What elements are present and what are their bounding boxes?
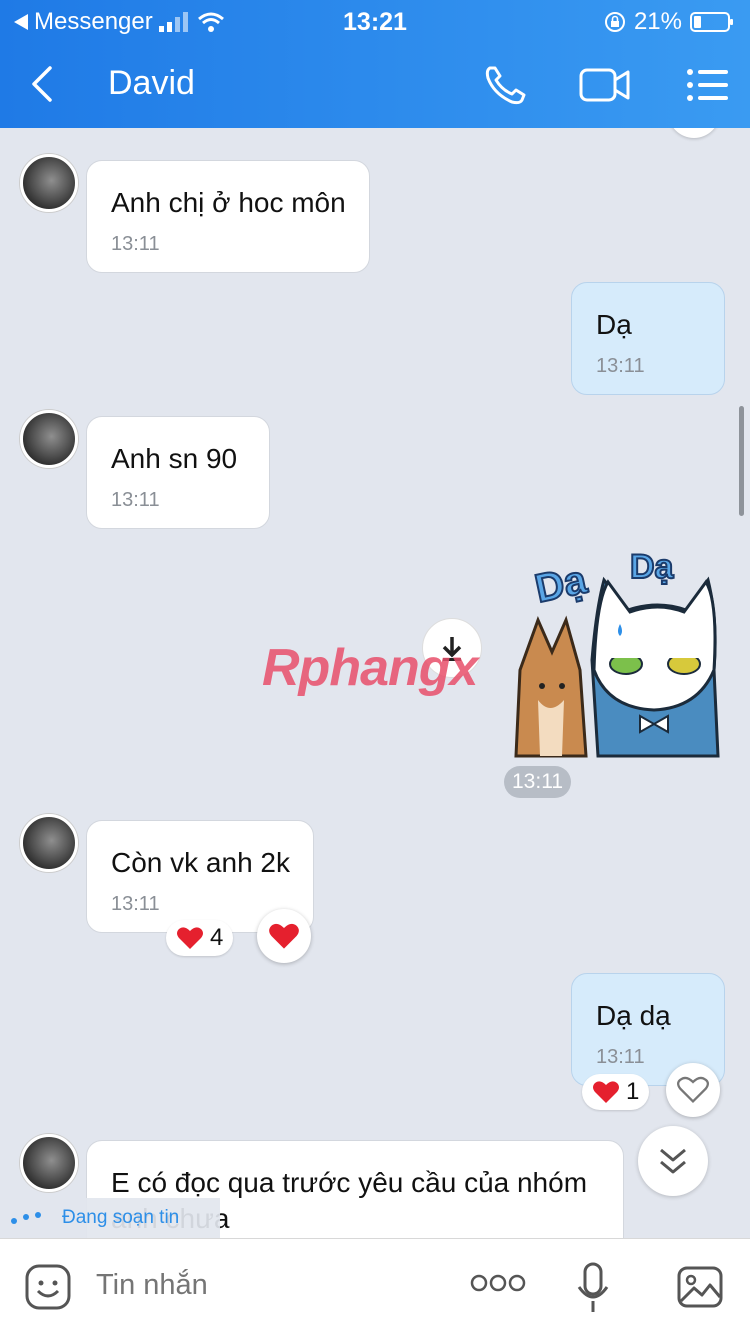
message-text: Dạ dạ: [596, 1000, 671, 1031]
sticker-text: Dạ: [531, 557, 591, 611]
message-text: Dạ: [596, 309, 632, 340]
sticker-message[interactable]: Dạ Dạ: [508, 540, 724, 760]
message-time: 13:11: [111, 489, 160, 511]
back-arrow-icon[interactable]: [28, 64, 58, 104]
image-gallery-icon[interactable]: [676, 1263, 724, 1311]
message-time: 13:11: [596, 355, 645, 377]
header-bar: Messenger 13:21 21% David: [0, 0, 750, 128]
sticker-text: Dạ: [630, 548, 675, 586]
typing-dots-icon: [11, 1212, 41, 1224]
typing-indicator: Đang soạn tin: [0, 1198, 220, 1238]
rotation-lock-icon: [604, 12, 625, 32]
microphone-icon[interactable]: [576, 1261, 610, 1315]
typing-text: Đang soạn tin: [62, 1207, 180, 1228]
message-bubble-outgoing[interactable]: Dạ 13:11: [571, 282, 725, 395]
message-text: E có đọc qua trước yêu cầu của nhóm: [111, 1167, 588, 1198]
reaction-summary[interactable]: 1: [582, 1074, 650, 1110]
message-bubble-incoming[interactable]: Anh sn 90 13:11: [86, 416, 270, 529]
more-options-icon[interactable]: [470, 1273, 526, 1293]
avatar[interactable]: [20, 410, 78, 468]
heart-icon: [593, 1081, 619, 1103]
status-bar: Messenger 13:21 21%: [0, 0, 750, 42]
avatar[interactable]: [20, 814, 78, 872]
partial-reaction-button[interactable]: [668, 128, 720, 138]
message-input[interactable]: [96, 1269, 436, 1302]
sticker-emoji-icon[interactable]: [24, 1263, 72, 1311]
scrollbar[interactable]: [739, 406, 744, 516]
chat-area[interactable]: Anh chị ở hoc môn 13:11 Dạ 13:11 Anh sn …: [0, 128, 750, 1238]
message-bubble-incoming[interactable]: Anh chị ở hoc môn 13:11: [86, 160, 370, 273]
watermark: Rphangx: [262, 639, 478, 697]
composer-bar: [0, 1238, 750, 1334]
sticker-time: 13:11: [504, 766, 571, 798]
double-chevron-down-icon: [660, 1148, 686, 1174]
message-text: Còn vk anh 2k: [111, 847, 290, 878]
battery-icon: [690, 12, 733, 32]
heart-icon: [269, 923, 299, 949]
avatar[interactable]: [20, 154, 78, 212]
sticker-cats-image: Dạ Dạ: [514, 547, 720, 758]
heart-outline-icon: [677, 1076, 709, 1104]
heart-icon: [177, 927, 203, 949]
avatar[interactable]: [20, 1134, 78, 1192]
nav-bar: David: [0, 42, 750, 128]
reaction-count: 4: [210, 924, 224, 951]
menu-list-icon[interactable]: [680, 62, 736, 108]
message-time: 13:11: [111, 893, 160, 915]
message-text: Anh chị ở hoc môn: [111, 187, 346, 218]
contact-name[interactable]: David: [108, 64, 195, 103]
react-button[interactable]: [257, 909, 311, 963]
message-text: Anh sn 90: [111, 443, 238, 474]
reaction-summary[interactable]: 4: [166, 920, 234, 956]
scroll-to-bottom-button[interactable]: [638, 1126, 708, 1196]
reaction-count: 1: [626, 1078, 640, 1105]
status-right: 21%: [604, 8, 734, 36]
message-time: 13:11: [111, 233, 160, 255]
phone-call-icon[interactable]: [480, 62, 536, 108]
battery-percent: 21%: [633, 8, 682, 35]
react-button[interactable]: [666, 1063, 720, 1117]
video-call-icon[interactable]: [576, 62, 632, 108]
